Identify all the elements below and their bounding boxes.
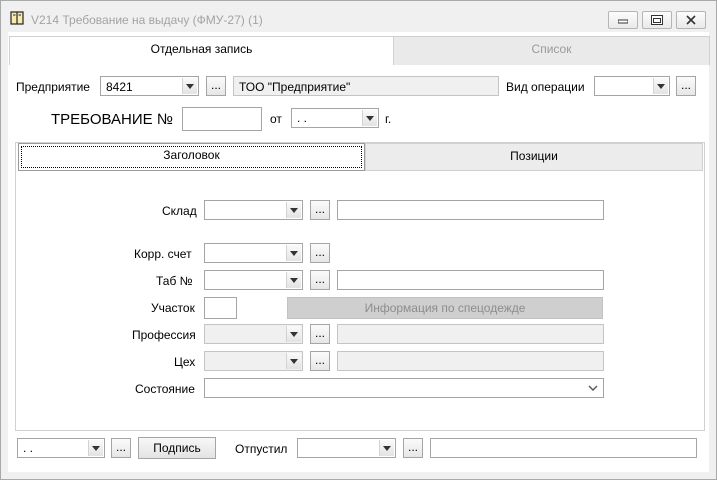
operation-label: Вид операции xyxy=(506,80,585,94)
released-label: Отпустил xyxy=(235,442,288,456)
window-title: V214 Требование на выдачу (ФМУ-27) (1) xyxy=(31,13,263,27)
warehouse-name-field[interactable] xyxy=(337,200,604,220)
tab-positions[interactable]: Позиции xyxy=(365,143,703,171)
year-suffix: г. xyxy=(385,112,392,126)
book-icon xyxy=(10,11,24,25)
maximize-icon xyxy=(651,15,663,25)
chevron-down-icon[interactable] xyxy=(182,78,197,94)
footer-date-picker[interactable]: . . xyxy=(17,438,105,458)
profession-label: Профессия xyxy=(132,328,196,342)
workwear-info-button[interactable]: Информация по спецодежде xyxy=(287,297,603,319)
maximize-button[interactable] xyxy=(642,11,672,29)
account-lookup-button[interactable]: ... xyxy=(310,243,330,263)
chevron-down-icon[interactable] xyxy=(585,380,601,396)
site-input[interactable] xyxy=(204,297,237,319)
profession-name-field xyxy=(337,324,604,344)
app-window: V214 Требование на выдачу (ФМУ-27) (1) О… xyxy=(0,0,717,480)
profession-combo[interactable] xyxy=(204,324,303,344)
chevron-down-icon[interactable] xyxy=(286,272,301,288)
shop-label: Цех xyxy=(174,355,196,369)
tab-number-lookup-button[interactable]: ... xyxy=(310,270,330,290)
close-icon xyxy=(686,15,696,25)
chevron-down-icon[interactable] xyxy=(286,202,301,218)
account-combo[interactable] xyxy=(204,243,303,263)
title-bar: V214 Требование на выдачу (ФМУ-27) (1) xyxy=(1,1,716,29)
tab-record[interactable]: Отдельная запись xyxy=(9,36,394,65)
shop-name-field xyxy=(337,351,604,371)
shop-combo[interactable] xyxy=(204,351,303,371)
chevron-down-icon[interactable] xyxy=(88,440,103,456)
tab-number-label: Таб № xyxy=(156,274,193,288)
chevron-down-icon[interactable] xyxy=(379,440,394,456)
request-title: ТРЕБОВАНИЕ № xyxy=(51,111,173,128)
site-label: Участок xyxy=(151,301,195,315)
footer-lookup-button[interactable]: ... xyxy=(111,438,131,458)
operation-lookup-button[interactable]: ... xyxy=(676,76,696,96)
released-lookup-button[interactable]: ... xyxy=(403,438,423,458)
tab-list[interactable]: Список xyxy=(393,36,710,65)
tab-heading[interactable]: Заголовок xyxy=(18,143,365,171)
from-label: от xyxy=(270,112,282,126)
enterprise-code-combo[interactable]: 8421 xyxy=(100,76,199,96)
chevron-down-icon[interactable] xyxy=(286,326,301,342)
chevron-down-icon[interactable] xyxy=(362,110,377,126)
enterprise-name-field: ТОО "Предприятие" xyxy=(233,76,499,96)
warehouse-lookup-button[interactable]: ... xyxy=(310,200,330,220)
released-by-combo[interactable] xyxy=(297,438,396,458)
chevron-down-icon[interactable] xyxy=(286,245,301,261)
date-picker[interactable]: . . xyxy=(291,108,379,128)
minimize-icon xyxy=(618,19,628,24)
profession-lookup-button[interactable]: ... xyxy=(310,324,330,344)
sign-button[interactable]: Подпись xyxy=(138,437,216,459)
chevron-down-icon[interactable] xyxy=(286,353,301,369)
state-combo[interactable] xyxy=(204,378,604,398)
state-label: Состояние xyxy=(135,382,195,396)
employee-name-field[interactable] xyxy=(337,270,604,290)
released-name-field[interactable] xyxy=(430,438,697,458)
warehouse-combo[interactable] xyxy=(204,200,303,220)
request-number-input[interactable] xyxy=(182,107,262,131)
warehouse-label: Склад xyxy=(162,204,197,218)
operation-combo[interactable] xyxy=(594,76,670,96)
shop-lookup-button[interactable]: ... xyxy=(310,351,330,371)
chevron-down-icon[interactable] xyxy=(653,78,668,94)
enterprise-label: Предприятие xyxy=(16,80,90,94)
enterprise-lookup-button[interactable]: ... xyxy=(206,76,226,96)
minimize-button[interactable] xyxy=(608,11,638,29)
tab-number-combo[interactable] xyxy=(204,270,303,290)
close-button[interactable] xyxy=(676,11,706,29)
account-label: Корр. счет xyxy=(134,247,192,261)
